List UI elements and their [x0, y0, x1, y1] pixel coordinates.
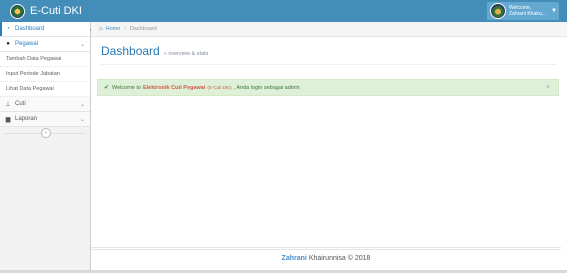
breadcrumb-home[interactable]: Home — [106, 26, 121, 32]
welcome-alert: ✔ Welcome to Elektronik Cuti Pegawai (E-… — [97, 79, 559, 96]
sidebar-item-label: Dashboard — [15, 26, 45, 32]
sidebar: ◔ Dashboard ● Pegawai ⌄ Tambah Data Pega… — [0, 22, 96, 273]
sidebar-item-cuti[interactable]: ⊥ Cuti ⌄ — [0, 97, 90, 112]
check-icon: ✔ — [104, 85, 110, 91]
top-navbar: E-Cuti DKI Welcome, Zahrani Khairu... ▼ — [0, 0, 567, 22]
sidebar-item-laporan[interactable]: ▆ Laporan ⌄ — [0, 112, 90, 127]
sidebar-subitem-label: Tambah Data Pegawai — [6, 56, 62, 62]
double-angle-right-icon: » — [163, 51, 167, 57]
collapse-sidebar-icon[interactable]: « — [41, 128, 51, 138]
sidebar-item-pegawai[interactable]: ● Pegawai ⌄ — [0, 37, 90, 52]
user-info: Welcome, Zahrani Khairu... — [509, 5, 546, 17]
chevron-down-icon: ⌄ — [79, 101, 85, 108]
page-subtitle: » overview & stats — [164, 51, 209, 57]
sidebar-subitem-label: Lihat Data Pegawai — [6, 86, 54, 92]
breadcrumb-separator: / — [124, 26, 126, 32]
alert-suffix: , Anda login sebagai admin — [233, 84, 300, 91]
sidebar-item-label: Cuti — [15, 101, 26, 107]
user-icon: ● — [6, 41, 10, 47]
footer-text: Khairunnisa © 2018 — [308, 255, 371, 262]
brand-title: E-Cuti DKI — [30, 5, 82, 17]
sidebar-subitem-label: Input Periode Jabatan — [6, 71, 60, 77]
tachometer-icon: ◔ — [6, 26, 10, 32]
caret-down-icon: ▼ — [550, 8, 557, 14]
breadcrumb-current: Dashboard — [129, 26, 157, 32]
footer: Zahrani Khairunnisa © 2018 — [91, 247, 561, 267]
alert-app-short: (E-Cuti DKI) — [207, 85, 232, 90]
breadcrumb: ⌂ Home / Dashboard — [91, 22, 567, 37]
chevron-down-icon: ⌄ — [79, 41, 85, 48]
page-header: Dashboard » overview & stats — [101, 44, 557, 65]
user-name: Zahrani Khairu... — [509, 11, 546, 17]
chevron-down-icon: ⌄ — [79, 116, 85, 123]
brand-logo — [10, 3, 25, 19]
sidebar-subitem-tambah-pegawai[interactable]: Tambah Data Pegawai — [0, 52, 90, 67]
home-icon: ⌂ — [99, 26, 103, 32]
footer-name: Zahrani — [281, 255, 307, 262]
sidebar-subitem-lihat-pegawai[interactable]: Lihat Data Pegawai — [0, 82, 90, 97]
close-icon[interactable]: × — [546, 84, 550, 91]
sidebar-collapse: « — [0, 127, 90, 139]
thumb-tack-icon: ⊥ — [5, 101, 11, 108]
file-icon: ▆ — [5, 116, 11, 123]
avatar — [490, 3, 506, 19]
page-title: Dashboard — [101, 44, 160, 58]
alert-app-name: Elektronik Cuti Pegawai — [142, 84, 206, 91]
page-subtitle-text: overview & stats — [168, 51, 209, 57]
sidebar-subitem-input-periode[interactable]: Input Periode Jabatan — [0, 67, 90, 82]
sidebar-item-label: Pegawai — [15, 41, 39, 47]
brand[interactable]: E-Cuti DKI — [10, 3, 82, 19]
alert-prefix: Welcome to — [112, 84, 141, 91]
sidebar-item-dashboard[interactable]: ◔ Dashboard — [0, 22, 96, 37]
user-menu-button[interactable]: Welcome, Zahrani Khairu... ▼ — [487, 2, 559, 20]
sidebar-item-label: Laporan — [15, 116, 38, 122]
